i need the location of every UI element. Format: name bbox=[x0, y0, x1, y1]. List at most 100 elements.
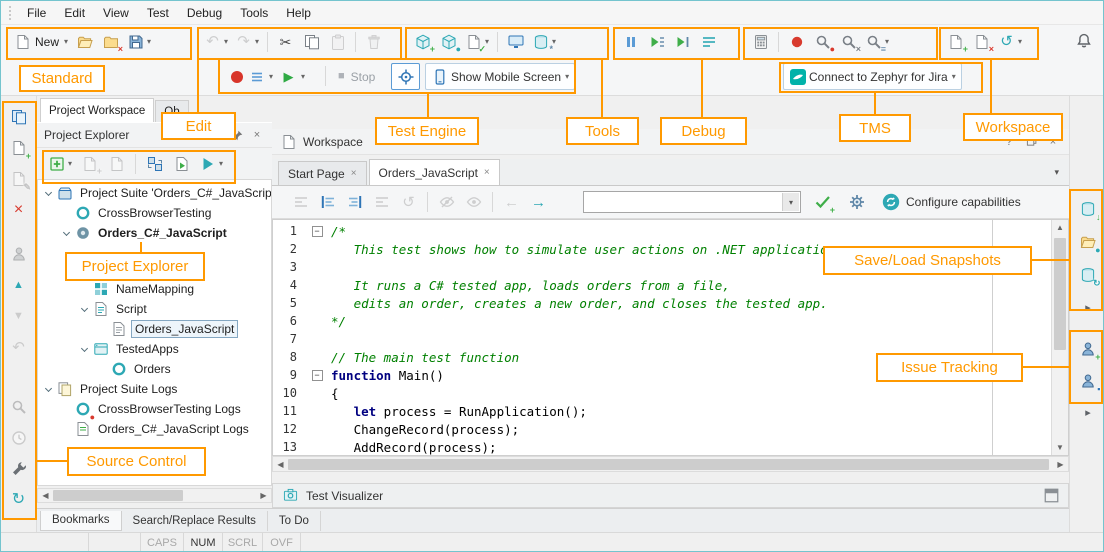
save-snapshot-button[interactable]: ↓ bbox=[1075, 196, 1101, 222]
scroll-thumb[interactable] bbox=[288, 459, 1049, 470]
add-new-item-button[interactable]: + bbox=[410, 29, 435, 55]
remove-file-button[interactable]: × bbox=[5, 197, 33, 223]
restore-window-icon[interactable] bbox=[1023, 134, 1039, 150]
show-mobile-screen-button[interactable]: Show Mobile Screen ▾ bbox=[425, 63, 575, 90]
sc-options-button[interactable] bbox=[5, 456, 33, 482]
redo-button[interactable]: ↷▾ bbox=[232, 29, 262, 55]
tab-start-page[interactable]: Start Page× bbox=[278, 161, 367, 185]
close-workspace-item-button[interactable]: × bbox=[969, 29, 994, 55]
help-icon[interactable]: ? bbox=[1001, 134, 1017, 150]
scroll-left-icon[interactable]: ◀ bbox=[273, 460, 288, 469]
sc-history-button[interactable] bbox=[5, 425, 33, 451]
tab-to-do[interactable]: To Do bbox=[268, 511, 321, 531]
connect-zephyr-button[interactable]: Connect to Zephyr for Jira ▾ bbox=[783, 63, 962, 90]
scroll-up-icon[interactable]: ▲ bbox=[1052, 220, 1068, 235]
tree-item-orders[interactable]: Orders bbox=[38, 359, 271, 379]
tree-item-project-suite-orders-c-javascript-1[interactable]: Project Suite 'Orders_C#_JavaScript' (1 bbox=[38, 183, 271, 203]
expander-icon[interactable] bbox=[78, 348, 91, 351]
hide-code-button[interactable] bbox=[434, 189, 459, 215]
snapshots-more-button[interactable]: ▸ bbox=[1075, 295, 1101, 321]
bind-source-control-button[interactable] bbox=[5, 241, 33, 267]
vertical-scrollbar[interactable]: ▲ ▼ bbox=[1051, 220, 1068, 455]
navigation-combo[interactable]: ▾ bbox=[583, 191, 801, 213]
data-generator-button[interactable]: *▾ bbox=[529, 29, 559, 55]
new-button[interactable]: New▾ bbox=[11, 29, 71, 55]
tab-orders-javascript[interactable]: Orders_JavaScript× bbox=[369, 159, 500, 185]
organize-items-button[interactable] bbox=[142, 151, 167, 177]
checkpoint-wizard-button[interactable]: ✓▾ bbox=[462, 29, 492, 55]
undo-edit-button[interactable]: ↺ bbox=[396, 189, 421, 215]
fold-icon[interactable]: − bbox=[312, 226, 323, 237]
close-icon[interactable]: × bbox=[249, 127, 265, 143]
scroll-thumb[interactable] bbox=[53, 490, 183, 501]
navigate-back-button[interactable]: ← bbox=[499, 189, 524, 215]
scroll-right-icon[interactable]: ▶ bbox=[256, 491, 271, 500]
tree-item-orders-javascript[interactable]: Orders_JavaScript bbox=[38, 319, 271, 339]
add-file-button[interactable]: + bbox=[5, 135, 33, 161]
copy-button[interactable] bbox=[299, 29, 324, 55]
tab-list-icon[interactable]: ▾ bbox=[1054, 167, 1059, 178]
point-and-fix-button[interactable] bbox=[391, 63, 420, 90]
compare-screens-button[interactable] bbox=[503, 29, 528, 55]
save-all-button[interactable]: ▾ bbox=[124, 29, 154, 55]
edit-file-button[interactable]: ✎ bbox=[5, 166, 33, 192]
tab-search-replace-results[interactable]: Search/Replace Results bbox=[122, 511, 268, 531]
new-workspace-item-button[interactable]: + bbox=[943, 29, 968, 55]
tree-item-testedapps[interactable]: TestedApps bbox=[38, 339, 271, 359]
trace-steps-button[interactable] bbox=[696, 29, 721, 55]
evaluate-button[interactable] bbox=[748, 29, 773, 55]
show-hints-button[interactable] bbox=[461, 189, 486, 215]
sc-refresh-button[interactable]: ↻ bbox=[5, 487, 33, 513]
navigate-forward-button[interactable]: → bbox=[526, 189, 551, 215]
add-issue-button[interactable]: + bbox=[1075, 336, 1101, 362]
select-panel-button[interactable] bbox=[5, 104, 33, 130]
syntax-check-button[interactable]: + bbox=[810, 189, 835, 215]
comment-lines-button[interactable] bbox=[369, 189, 394, 215]
run-project-button[interactable] bbox=[169, 151, 194, 177]
scroll-left-icon[interactable]: ◀ bbox=[38, 491, 53, 500]
scroll-thumb[interactable] bbox=[1054, 238, 1066, 350]
scroll-right-icon[interactable]: ▶ bbox=[1053, 460, 1068, 469]
restore-layout-button[interactable]: ↺▾ bbox=[995, 29, 1025, 55]
expander-icon[interactable] bbox=[78, 308, 91, 311]
issue-list-button[interactable]: ▪ bbox=[1075, 368, 1101, 394]
chevron-down-icon[interactable]: ▾ bbox=[209, 127, 225, 143]
tree-item-orders-c-javascript-logs[interactable]: Orders_C#_JavaScript Logs bbox=[38, 419, 271, 439]
run-selected-button[interactable] bbox=[670, 29, 695, 55]
delete-button[interactable] bbox=[361, 29, 386, 55]
menu-help[interactable]: Help bbox=[277, 2, 320, 24]
horizontal-scrollbar[interactable]: ◀ ▶ bbox=[37, 488, 272, 503]
run-test-button[interactable]: ▶ ▾ bbox=[275, 63, 310, 90]
editor-options-button[interactable] bbox=[844, 189, 869, 215]
horizontal-scrollbar[interactable]: ◀ ▶ bbox=[272, 456, 1069, 472]
close-button[interactable]: × bbox=[98, 29, 123, 55]
tab-project-workspace[interactable]: Project Workspace bbox=[40, 98, 154, 122]
add-new-item-button[interactable]: ▾ bbox=[45, 151, 75, 177]
close-icon[interactable]: × bbox=[1045, 134, 1061, 150]
check-in-button[interactable]: ▲ bbox=[5, 272, 33, 298]
format-code-button[interactable] bbox=[288, 189, 313, 215]
sc-search-button[interactable] bbox=[5, 394, 33, 420]
pause-button[interactable] bbox=[618, 29, 643, 55]
find-lines-button[interactable]: ≡▾ bbox=[862, 29, 892, 55]
remove-item-button[interactable] bbox=[104, 151, 129, 177]
menu-file[interactable]: File bbox=[18, 2, 55, 24]
tree-item-namemapping[interactable]: NameMapping bbox=[38, 279, 271, 299]
fold-icon[interactable]: − bbox=[312, 370, 323, 381]
menu-debug[interactable]: Debug bbox=[178, 2, 231, 24]
tree-item-script[interactable]: Script bbox=[38, 299, 271, 319]
scroll-down-icon[interactable]: ▼ bbox=[1052, 440, 1068, 455]
tab-bookmarks[interactable]: Bookmarks bbox=[40, 511, 122, 531]
tab-ob[interactable]: Ob bbox=[155, 100, 188, 122]
close-tab-icon[interactable]: × bbox=[484, 167, 490, 178]
stop-button[interactable]: ■ Stop bbox=[333, 63, 380, 90]
tree-item-project-suite-logs[interactable]: Project Suite Logs bbox=[38, 379, 271, 399]
check-out-button[interactable]: ▼ bbox=[5, 303, 33, 329]
fold-margin[interactable]: − bbox=[303, 370, 331, 381]
issues-more-button[interactable]: ▸ bbox=[1075, 400, 1101, 426]
chevron-down-icon[interactable]: ▾ bbox=[782, 193, 799, 211]
menu-tools[interactable]: Tools bbox=[231, 2, 277, 24]
record-test-button[interactable]: ▾ bbox=[223, 63, 278, 90]
expand-panel-icon[interactable] bbox=[1043, 488, 1059, 504]
configure-capabilities-button[interactable]: Configure capabilities bbox=[881, 193, 1021, 212]
